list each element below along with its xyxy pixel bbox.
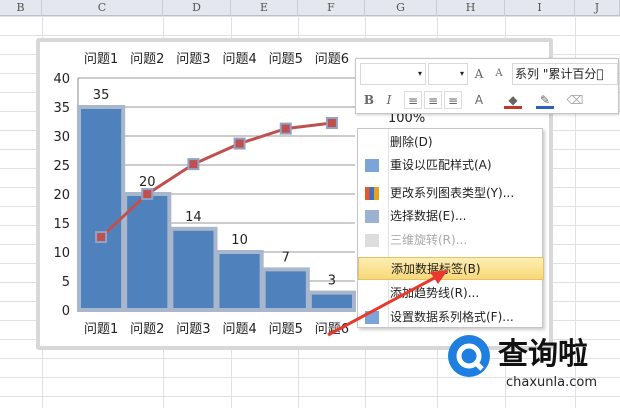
fill-color-icon[interactable]: ◆ (504, 91, 522, 109)
menu-item-3d-rotation[interactable]: 三维旋转(R)... (358, 229, 544, 252)
y-tick-label: 40 (53, 72, 70, 87)
x-tick-label: 问题5 (269, 322, 303, 337)
3d-rotate-icon (365, 234, 379, 247)
align-right-icon[interactable]: ≡ (444, 91, 462, 109)
y-tick-label: 35 (53, 101, 70, 116)
menu-item-change-chart-type[interactable]: 更改系列图表类型(Y)... (358, 182, 544, 205)
watermark-logo: 查询啦 chaxunla.com (442, 325, 620, 408)
context-menu: 删除(D) 重设以匹配样式(A) 更改系列图表类型(Y)... 选择数据(E).… (357, 128, 544, 328)
x-tick-label: 问题1 (84, 322, 118, 337)
y-tick-label: 5 (62, 275, 70, 290)
y-tick-label: 10 (53, 246, 70, 261)
font-color-icon[interactable]: A (470, 91, 488, 109)
x2-tick-label: 问题4 (222, 52, 256, 67)
data-label: 20 (139, 175, 156, 190)
menu-item-reset-style[interactable]: 重设以匹配样式(A) (358, 154, 544, 177)
logo-name: 查询啦 (498, 337, 588, 372)
format-painter-icon[interactable]: ⌫ (566, 91, 584, 109)
italic-button[interactable]: I (380, 91, 398, 109)
bar (77, 105, 126, 312)
menu-item-delete[interactable]: 删除(D) (358, 131, 544, 154)
align-left-icon[interactable]: ≡ (404, 91, 422, 109)
mini-toolbar: ▾ ▾ A A 系列 "累计百分  B I ≡ ≡ ≡ A ◆ ✎ ⌫ (355, 58, 619, 114)
line-marker (95, 231, 108, 244)
line-marker (187, 158, 200, 171)
data-label: 7 (282, 250, 290, 265)
line-marker (325, 117, 338, 129)
align-center-icon[interactable]: ≡ (424, 91, 442, 109)
font-size-select[interactable]: ▾ (428, 63, 468, 85)
x2-tick-label: 问题5 (269, 52, 303, 67)
grow-font-button[interactable]: A (470, 65, 488, 83)
x-tick-label: 问题6 (315, 322, 349, 337)
x2-tick-label: 问题1 (84, 52, 118, 67)
x-tick-label: 问题3 (176, 322, 210, 337)
data-label: 14 (185, 210, 202, 225)
menu-item-select-data[interactable]: 选择数据(E)... (358, 205, 544, 228)
bar (169, 226, 218, 312)
x-tick-label: 问题2 (130, 322, 164, 337)
x2-tick-label: 问题3 (176, 52, 210, 67)
select-data-icon (365, 210, 379, 223)
y-tick-label: 30 (53, 130, 70, 145)
data-label: 10 (231, 233, 248, 248)
data-label: 35 (93, 88, 110, 103)
line-marker (141, 188, 154, 201)
logo-icon (448, 335, 490, 377)
y-tick-label: 15 (53, 217, 70, 232)
logo-url: chaxunla.com (506, 375, 597, 390)
x-tick-label: 问题4 (222, 322, 256, 337)
y-tick-label: 25 (53, 159, 70, 174)
y-tick-label: 20 (53, 188, 70, 203)
series-select-value: 系列 "累计百分  (515, 67, 604, 81)
format-icon (365, 311, 379, 324)
bar (215, 250, 264, 312)
bold-button[interactable]: B (360, 91, 378, 109)
line-marker (233, 137, 246, 150)
data-label: 3 (328, 274, 336, 289)
menu-item-add-data-labels[interactable]: 添加数据标签(B) (358, 257, 544, 280)
reset-style-icon (365, 159, 379, 172)
font-name-select[interactable]: ▾ (360, 63, 426, 85)
x2-tick-label: 问题6 (315, 52, 349, 67)
line-marker (279, 122, 292, 135)
chart-element-select[interactable]: 系列 "累计百分  (512, 63, 618, 85)
bar (261, 267, 310, 312)
y-tick-label: 0 (62, 304, 70, 319)
shrink-font-button[interactable]: A (490, 65, 508, 83)
menu-item-add-trendline[interactable]: 添加趋势线(R)... (358, 282, 544, 305)
bar (123, 192, 172, 312)
bar (307, 290, 357, 313)
chart-type-icon (365, 187, 379, 200)
outline-color-icon[interactable]: ✎ (536, 91, 554, 109)
x2-tick-label: 问题2 (130, 52, 164, 67)
